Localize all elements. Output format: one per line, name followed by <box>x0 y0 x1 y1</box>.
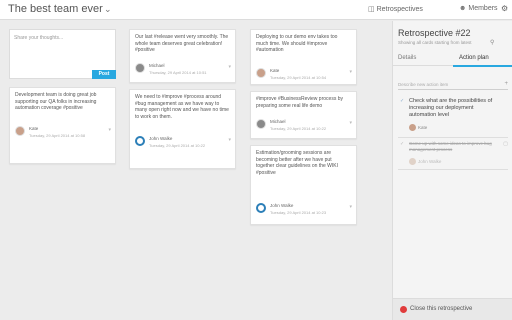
action-text: Check what are the possibilities of incr… <box>409 98 493 118</box>
retrospective-panel: Retrospective #22 Showing all cards star… <box>392 21 512 320</box>
top-bar: The best team ever ⌄ ◫ Retrospectives ☻ Me… <box>0 0 512 20</box>
action-item[interactable]: ✓ Come up with some ideas to improve bug… <box>398 141 508 167</box>
card-menu-icon[interactable]: ▾ <box>349 120 352 126</box>
card-date: Tuesday, 29 April 2014 at 10:23 <box>270 210 327 215</box>
column-3: Deploying to our demo env takes too much… <box>250 21 375 320</box>
card-author: John Walke <box>270 203 294 208</box>
action-text: Come up with some ideas to improve bug m… <box>409 141 492 152</box>
post-button[interactable]: Post <box>92 70 116 79</box>
avatar <box>135 63 145 73</box>
card[interactable]: Estimation/grooming sessions are becomin… <box>250 145 357 225</box>
search-icon[interactable]: ⚲ <box>490 39 494 46</box>
stop-icon <box>400 306 407 313</box>
column-2: Our last #release went very smoothly. Th… <box>125 21 250 320</box>
card-author: John Walke <box>149 136 173 141</box>
card[interactable]: Deploying to our demo env takes too much… <box>250 29 357 85</box>
card[interactable]: Our last #release went very smoothly. Th… <box>129 29 236 83</box>
active-tab-indicator <box>453 65 512 67</box>
card-date: Tuesday, 29 April 2014 at 10:54 <box>270 75 327 80</box>
avatar <box>15 126 25 136</box>
card-text: Deploying to our demo env takes too much… <box>256 34 338 53</box>
action-assignee: John Walke <box>418 159 442 164</box>
retrospective-title: Retrospective #22 <box>398 28 471 38</box>
divider <box>398 137 508 138</box>
nav-members-label: Members <box>468 5 498 12</box>
nav-retrospectives[interactable]: ◫ Retrospectives <box>368 5 423 13</box>
card[interactable]: We need to #improve #process around #bug… <box>129 89 236 169</box>
team-title[interactable]: The best team ever <box>8 3 103 15</box>
plus-icon[interactable]: + <box>504 81 508 87</box>
avatar <box>256 203 266 213</box>
tab-details[interactable]: Details <box>398 55 416 61</box>
close-retrospective-label: Close this retrospective <box>410 306 473 312</box>
avatar <box>409 124 416 131</box>
trash-icon[interactable]: ▢ <box>503 141 508 147</box>
thought-input[interactable]: Share your thoughts... <box>14 35 63 41</box>
tab-action-plan[interactable]: Action plan <box>459 55 489 61</box>
close-retrospective-button[interactable]: Close this retrospective <box>393 298 512 320</box>
new-action-input[interactable]: Describe new action item + <box>398 80 508 90</box>
action-item[interactable]: ✓ Check what are the possibilities of in… <box>398 98 508 134</box>
column-1: Share your thoughts... Post Development … <box>0 21 125 320</box>
card-date: Tuesday, 29 April 2014 at 10:58 <box>29 133 86 138</box>
chevron-down-icon[interactable]: ⌄ <box>104 4 112 15</box>
avatar <box>256 68 266 78</box>
card[interactable]: #improve #BusinessReview process by prep… <box>250 91 357 139</box>
board: Share your thoughts... Post Development … <box>0 21 392 320</box>
card-text: Our last #release went very smoothly. Th… <box>135 34 229 53</box>
card-text: Estimation/grooming sessions are becomin… <box>256 150 338 176</box>
gear-icon[interactable]: ⚙ <box>501 4 508 13</box>
user-icon: ☻ <box>459 5 467 12</box>
retrospective-subtitle: Showing all cards starting from latest <box>398 40 472 45</box>
card-author: Michael <box>149 63 165 68</box>
nav-retrospectives-label: Retrospectives <box>376 6 423 13</box>
action-assignee: Kate <box>418 125 428 130</box>
avatar <box>256 119 266 129</box>
card-date: Tuesday, 29 April 2014 at 10:22 <box>149 143 206 148</box>
card-author: Kate <box>270 68 280 73</box>
card-menu-icon[interactable]: ▾ <box>349 204 352 210</box>
check-icon[interactable]: ✓ <box>400 98 404 104</box>
divider <box>398 169 508 170</box>
card[interactable]: Development team is doing great job supp… <box>9 87 116 164</box>
check-icon[interactable]: ✓ <box>400 141 404 147</box>
card-text: We need to #improve #process around #bug… <box>135 94 229 120</box>
card-menu-icon[interactable]: ▾ <box>228 137 231 143</box>
avatar <box>409 158 416 165</box>
card-text: #improve #BusinessReview process by prep… <box>256 96 343 109</box>
card-date: Thursday, 29 April 2014 at 10:51 <box>149 70 207 75</box>
nav-members[interactable]: ☻ Members <box>459 5 498 12</box>
card-text: Development team is doing great job supp… <box>15 92 97 111</box>
card-menu-icon[interactable]: ▾ <box>349 69 352 75</box>
card-menu-icon[interactable]: ▾ <box>108 127 111 133</box>
card-author: Michael <box>270 119 286 124</box>
card-menu-icon[interactable]: ▾ <box>228 64 231 70</box>
new-action-placeholder: Describe new action item <box>398 82 449 87</box>
avatar <box>135 136 145 146</box>
folder-icon: ◫ <box>368 6 375 13</box>
tab-bar: Details Action plan <box>393 51 512 66</box>
card-date: Tuesday, 29 April 2014 at 10:22 <box>270 126 327 131</box>
card-author: Kate <box>29 126 39 131</box>
